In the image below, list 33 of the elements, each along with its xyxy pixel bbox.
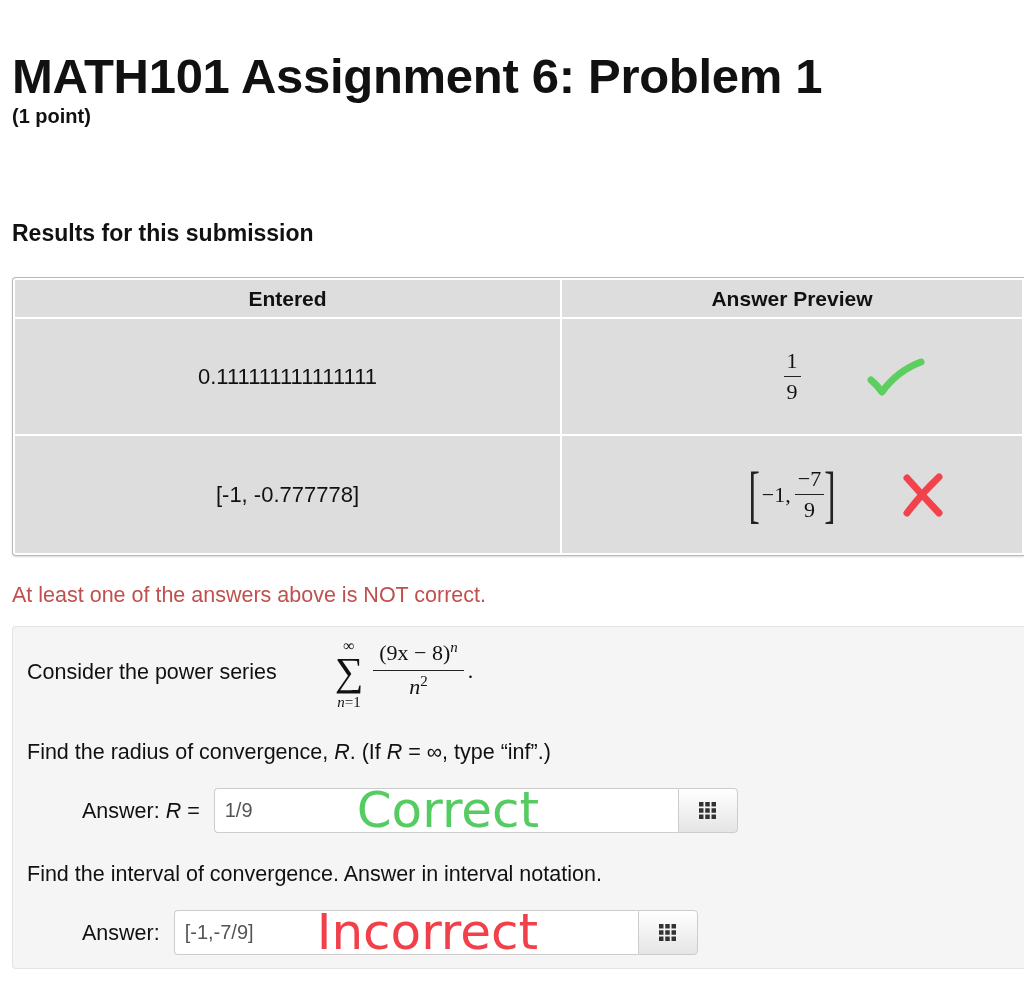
- fraction-numerator: 1: [783, 350, 801, 377]
- series-denominator: n$^{2}$: [408, 671, 429, 699]
- page-title: MATH101 Assignment 6: Problem 1: [12, 48, 824, 104]
- keypad-button[interactable]: [677, 788, 738, 833]
- handwritten-note: Incorrect: [316, 911, 539, 954]
- fraction-numerator: −7: [794, 468, 825, 495]
- column-header: Answer Preview: [562, 280, 1022, 317]
- entered-cell: 0.111111111111111: [15, 319, 560, 434]
- entered-cell: [-1, -0.777778]: [15, 436, 560, 553]
- handwritten-note: Correct: [356, 789, 540, 832]
- answer-field[interactable]: [-1,-7/9] Incorrect: [173, 910, 638, 955]
- answer-field[interactable]: 1/9 Correct: [213, 788, 678, 833]
- points-label: (1 point): [12, 105, 92, 127]
- answer-label: Answer:: [82, 919, 160, 946]
- column-header: Entered: [15, 280, 560, 317]
- math-text: −1,: [761, 481, 791, 508]
- keypad-button[interactable]: [637, 910, 698, 955]
- left-bracket: [: [748, 463, 760, 526]
- grid-icon: [699, 802, 717, 819]
- question-text: Find the radius of convergence, R. (If R = ∞, type “inf”.): [27, 739, 552, 765]
- result-message: At least one of the answers above is NOT correct.: [12, 583, 488, 607]
- series-numerator: (9x − 8)$^{n}$: [373, 641, 464, 671]
- fraction-denominator: 9: [802, 496, 816, 521]
- right-bracket: ]: [824, 463, 836, 526]
- sum-lower-limit: n=1: [337, 694, 361, 711]
- grid-icon: [659, 924, 677, 941]
- problem-intro: Consider the power series: [27, 659, 277, 685]
- question-text: Find the interval of convergence. Answer in interval notation.: [27, 861, 603, 887]
- answer-label: Answer: R =: [82, 797, 200, 824]
- sum-upper-limit: ∞: [343, 639, 355, 653]
- series-period: .: [467, 658, 474, 684]
- fraction-denominator: 9: [785, 378, 799, 403]
- results-heading: Results for this submission: [12, 220, 315, 246]
